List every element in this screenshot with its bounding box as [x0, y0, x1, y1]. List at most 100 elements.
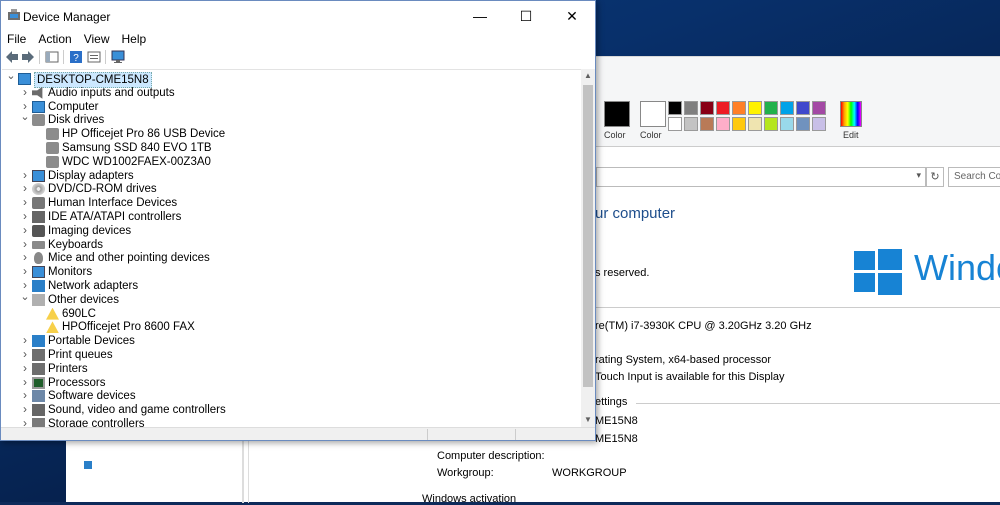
- chevron-right-icon[interactable]: ›: [20, 195, 30, 209]
- palette-swatch[interactable]: [748, 101, 762, 115]
- scroll-down-icon[interactable]: ▼: [581, 413, 595, 427]
- scan-hardware-icon[interactable]: [111, 50, 125, 64]
- chevron-right-icon[interactable]: ›: [20, 388, 30, 402]
- address-bar[interactable]: ▾: [596, 167, 926, 187]
- show-hide-tree-icon[interactable]: [45, 50, 59, 64]
- tree-label: WDC WD1002FAEX-00Z3A0: [62, 155, 211, 168]
- palette-swatch[interactable]: [716, 101, 730, 115]
- scrollbar-thumb[interactable]: [583, 85, 593, 387]
- sound-icon: [32, 404, 45, 417]
- processor-value: re(TM) i7-3930K CPU @ 3.20GHz 3.20 GHz: [595, 320, 812, 332]
- disk-drive-icon: [32, 114, 45, 127]
- edit-colors-icon[interactable]: [840, 101, 862, 127]
- tree-label: Network adapters: [48, 280, 139, 292]
- palette-swatch[interactable]: [716, 117, 730, 131]
- scroll-up-icon[interactable]: ▲: [581, 69, 595, 83]
- tree-label: 690LC: [62, 307, 96, 320]
- status-divider: [427, 429, 428, 440]
- chevron-down-icon[interactable]: ⌄: [20, 290, 30, 304]
- warning-device-icon: [46, 307, 59, 320]
- palette-swatch[interactable]: [780, 117, 794, 131]
- network-icon: [32, 280, 45, 292]
- vertical-scrollbar[interactable]: ▲ ▼: [581, 69, 595, 427]
- chevron-down-icon[interactable]: ⌄: [20, 110, 30, 124]
- palette-swatch[interactable]: [812, 101, 826, 115]
- properties-icon[interactable]: [87, 50, 101, 64]
- chevron-right-icon[interactable]: ›: [20, 264, 30, 278]
- palette-swatch[interactable]: [684, 101, 698, 115]
- chevron-right-icon[interactable]: ›: [20, 237, 30, 251]
- forward-arrow-icon[interactable]: [21, 50, 35, 64]
- chevron-right-icon[interactable]: ›: [20, 347, 30, 361]
- computer-icon: [32, 100, 45, 113]
- chevron-right-icon[interactable]: ›: [20, 333, 30, 347]
- palette-swatch[interactable]: [748, 117, 762, 131]
- printer-icon: [32, 349, 45, 361]
- tree-label: Sound, video and game controllers: [48, 404, 226, 417]
- palette-swatch[interactable]: [668, 101, 682, 115]
- computer-description-label: Computer description:: [437, 450, 545, 462]
- chevron-right-icon[interactable]: ›: [20, 85, 30, 99]
- back-arrow-icon[interactable]: [5, 50, 19, 64]
- system-heading: ur computer: [595, 205, 676, 222]
- tree-label: Audio inputs and outputs: [48, 86, 175, 99]
- tree-label: Imaging devices: [48, 224, 132, 237]
- full-name-value: ME15N8: [595, 433, 638, 445]
- chevron-right-icon[interactable]: ›: [20, 209, 30, 223]
- windows-logo-icon: [854, 249, 902, 295]
- display-adapter-icon: [32, 169, 45, 182]
- palette-swatch[interactable]: [684, 117, 698, 131]
- color1-label: Color: [604, 130, 626, 140]
- palette-swatch[interactable]: [732, 101, 746, 115]
- window-title: Device Manager: [23, 10, 111, 24]
- tree-label: HPOfficejet Pro 8600 FAX: [62, 321, 195, 334]
- color2-swatch[interactable]: [640, 101, 666, 127]
- dvd-icon: [32, 183, 45, 196]
- palette-swatch[interactable]: [700, 101, 714, 115]
- title-bar[interactable]: Device Manager — ☐ ✕: [1, 1, 595, 31]
- tree-label: IDE ATA/ATAPI controllers: [48, 211, 182, 223]
- palette-swatch[interactable]: [780, 101, 794, 115]
- maximize-button[interactable]: ☐: [503, 1, 549, 31]
- chevron-right-icon[interactable]: ›: [20, 416, 30, 427]
- close-button[interactable]: ✕: [549, 1, 595, 31]
- menu-action[interactable]: Action: [32, 30, 77, 48]
- chevron-right-icon[interactable]: ›: [20, 181, 30, 195]
- chevron-right-icon[interactable]: ›: [20, 223, 30, 237]
- camera-icon: [32, 224, 45, 237]
- windows-activation-heading: Windows activation: [422, 493, 517, 505]
- palette-swatch[interactable]: [764, 117, 778, 131]
- menu-file[interactable]: File: [1, 30, 32, 48]
- windows-wordmark: Windo: [914, 247, 1000, 288]
- minimize-button[interactable]: —: [457, 1, 503, 31]
- help-icon[interactable]: ?: [69, 50, 83, 64]
- chevron-down-icon[interactable]: ▾: [916, 170, 921, 181]
- workgroup-label: Workgroup:: [437, 467, 494, 479]
- tree-label: Display adapters: [48, 169, 134, 182]
- palette-swatch[interactable]: [812, 117, 826, 131]
- shield-icon: [84, 461, 92, 469]
- palette-swatch[interactable]: [764, 101, 778, 115]
- palette-swatch[interactable]: [796, 117, 810, 131]
- workgroup-value: WORKGROUP: [552, 467, 627, 479]
- palette-swatch[interactable]: [700, 117, 714, 131]
- palette-swatch[interactable]: [668, 117, 682, 131]
- tree-label: Storage controllers: [48, 418, 145, 427]
- palette-swatch[interactable]: [796, 101, 810, 115]
- chevron-right-icon[interactable]: ›: [20, 250, 30, 264]
- chevron-right-icon[interactable]: ›: [20, 361, 30, 375]
- palette-swatch[interactable]: [732, 117, 746, 131]
- color1-swatch: [604, 101, 630, 127]
- warning-device-icon: [46, 321, 59, 334]
- chevron-right-icon[interactable]: ›: [20, 402, 30, 416]
- refresh-icon[interactable]: ↻: [926, 167, 944, 187]
- chevron-right-icon[interactable]: ›: [20, 168, 30, 182]
- chevron-right-icon[interactable]: ›: [20, 375, 30, 389]
- chevron-down-icon[interactable]: ⌄: [6, 70, 16, 83]
- search-input[interactable]: Search Con: [948, 167, 1000, 187]
- computer-icon: [18, 73, 31, 85]
- processor-icon: [32, 376, 45, 389]
- software-device-icon: [32, 390, 45, 403]
- menu-view[interactable]: View: [78, 30, 116, 48]
- menu-help[interactable]: Help: [116, 30, 153, 48]
